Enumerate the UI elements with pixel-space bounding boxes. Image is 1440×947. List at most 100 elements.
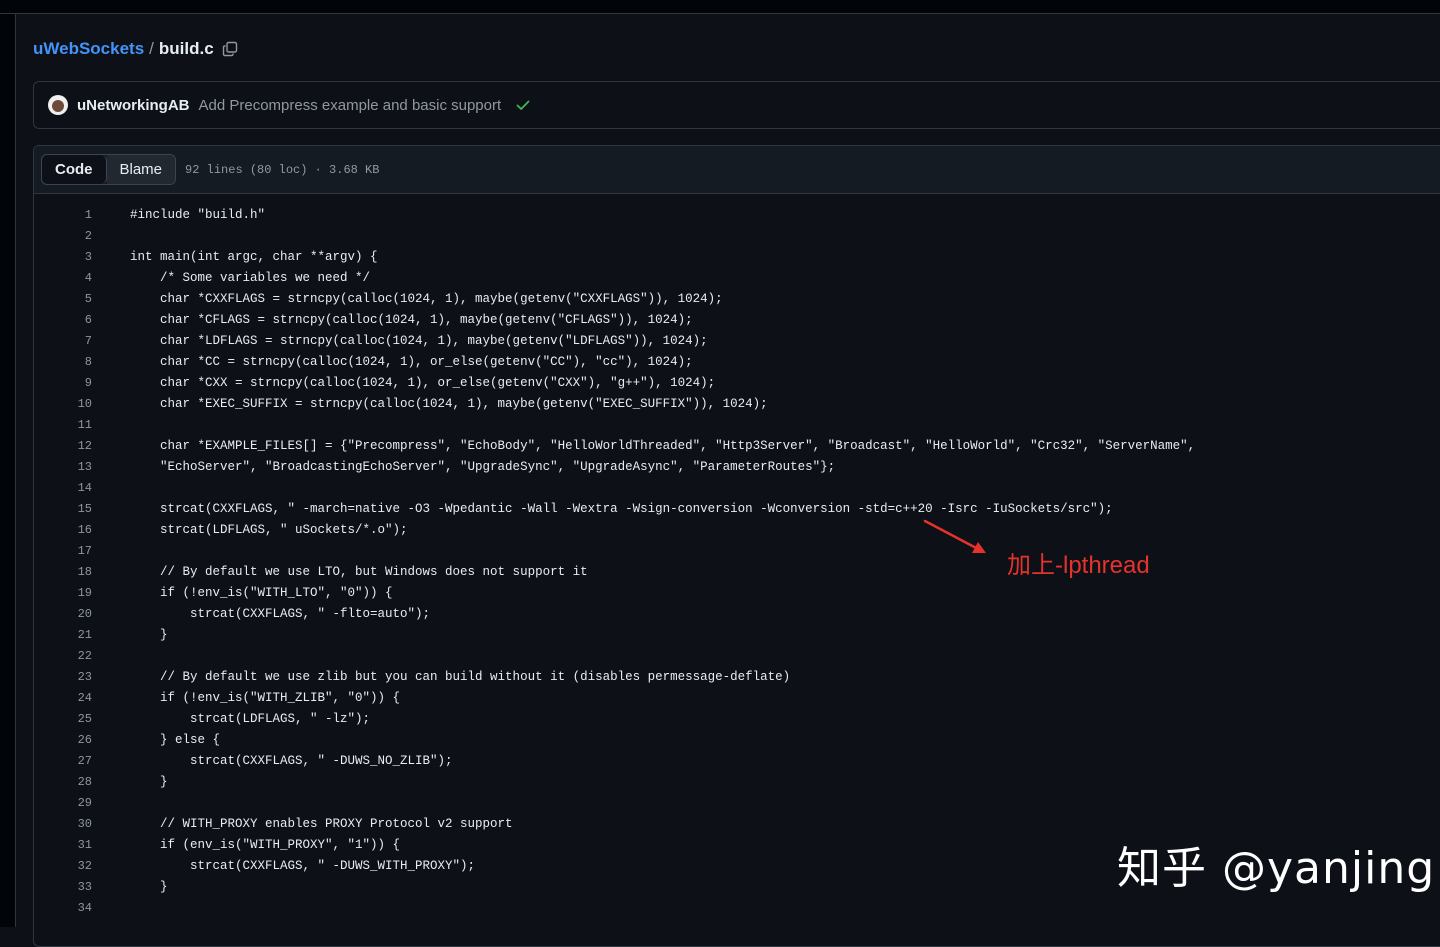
line-number[interactable]: 6 <box>34 313 92 327</box>
tab-blame[interactable]: Blame <box>106 155 176 184</box>
line-number[interactable]: 32 <box>34 859 92 873</box>
code-text: strcat(LDFLAGS, " uSockets/*.o"); <box>130 522 408 537</box>
code-line: 19 if (!env_is("WITH_LTO", "0")) { <box>34 582 1440 603</box>
line-number[interactable]: 23 <box>34 670 92 684</box>
check-icon[interactable] <box>515 97 531 113</box>
breadcrumb-file-name: build.c <box>158 39 214 58</box>
line-number[interactable]: 33 <box>34 880 92 894</box>
code-text: } else { <box>130 732 221 747</box>
line-number[interactable]: 5 <box>34 292 92 306</box>
line-number[interactable]: 20 <box>34 607 92 621</box>
line-number[interactable]: 22 <box>34 649 92 663</box>
code-view[interactable]: 1 #include "build.h" 2 3 int main(int argc, … <box>34 204 1440 918</box>
top-nav-bar <box>0 0 1440 14</box>
line-number[interactable]: 26 <box>34 733 92 747</box>
line-number[interactable]: 11 <box>34 418 92 432</box>
breadcrumb-repo-link[interactable]: uWebSockets <box>33 39 144 59</box>
code-line: 17 <box>34 540 1440 561</box>
author-avatar[interactable] <box>48 95 68 115</box>
code-text: strcat(CXXFLAGS, " -flto=auto"); <box>130 606 431 621</box>
line-number[interactable]: 3 <box>34 250 92 264</box>
annotation-text: 加上-lpthread <box>1007 552 1150 579</box>
tab-code[interactable]: Code <box>42 155 107 184</box>
line-number[interactable]: 17 <box>34 544 92 558</box>
line-number[interactable]: 27 <box>34 754 92 768</box>
code-text: char *EXAMPLE_FILES[] = {"Precompress", … <box>130 438 1196 453</box>
line-number[interactable]: 12 <box>34 439 92 453</box>
code-line: 9 char *CXX = strncpy(calloc(1024, 1), o… <box>34 372 1440 393</box>
line-number[interactable]: 31 <box>34 838 92 852</box>
line-number[interactable]: 16 <box>34 523 92 537</box>
code-text: // By default we use LTO, but Windows do… <box>130 564 588 579</box>
line-number[interactable]: 15 <box>34 502 92 516</box>
line-number[interactable]: 21 <box>34 628 92 642</box>
code-line: 29 <box>34 792 1440 813</box>
code-line: 2 <box>34 225 1440 246</box>
code-line: 15 strcat(CXXFLAGS, " -march=native -O3 … <box>34 498 1440 519</box>
code-line: 22 <box>34 645 1440 666</box>
code-text: strcat(LDFLAGS, " -lz"); <box>130 711 371 726</box>
code-line: 24 if (!env_is("WITH_ZLIB", "0")) { <box>34 687 1440 708</box>
code-text: #include "build.h" <box>130 207 266 222</box>
code-text: strcat(CXXFLAGS, " -march=native -O3 -Wp… <box>130 501 1113 516</box>
code-line: 21 } <box>34 624 1440 645</box>
file-viewer: Code Blame 92 lines (80 loc) · 3.68 KB 1… <box>33 145 1440 947</box>
line-number[interactable]: 29 <box>34 796 92 810</box>
code-line: 20 strcat(CXXFLAGS, " -flto=auto"); <box>34 603 1440 624</box>
code-text: char *CC = strncpy(calloc(1024, 1), or_e… <box>130 354 693 369</box>
code-line: 8 char *CC = strncpy(calloc(1024, 1), or… <box>34 351 1440 372</box>
line-number[interactable]: 19 <box>34 586 92 600</box>
line-number[interactable]: 9 <box>34 376 92 390</box>
view-mode-toggle: Code Blame <box>41 154 177 185</box>
copy-icon[interactable] <box>222 41 238 57</box>
watermark: 知乎 @yanjing <box>1117 843 1436 894</box>
code-text: char *CXX = strncpy(calloc(1024, 1), or_… <box>130 375 716 390</box>
code-line: 28 } <box>34 771 1440 792</box>
code-line: 12 char *EXAMPLE_FILES[] = {"Precompress… <box>34 435 1440 456</box>
code-text: char *CXXFLAGS = strncpy(calloc(1024, 1)… <box>130 291 723 306</box>
line-number[interactable]: 10 <box>34 397 92 411</box>
code-text: // WITH_PROXY enables PROXY Protocol v2 … <box>130 816 513 831</box>
code-text: "EchoServer", "BroadcastingEchoServer", … <box>130 459 836 474</box>
line-number[interactable]: 18 <box>34 565 92 579</box>
code-text: char *LDFLAGS = strncpy(calloc(1024, 1),… <box>130 333 708 348</box>
code-line: 7 char *LDFLAGS = strncpy(calloc(1024, 1… <box>34 330 1440 351</box>
line-number[interactable]: 1 <box>34 208 92 222</box>
code-line: 5 char *CXXFLAGS = strncpy(calloc(1024, … <box>34 288 1440 309</box>
code-line: 11 <box>34 414 1440 435</box>
code-line: 26 } else { <box>34 729 1440 750</box>
file-header: Code Blame 92 lines (80 loc) · 3.68 KB <box>34 146 1440 194</box>
file-info: 92 lines (80 loc) · 3.68 KB <box>185 162 380 177</box>
code-text: if (!env_is("WITH_LTO", "0")) { <box>130 585 393 600</box>
code-text: } <box>130 879 168 894</box>
breadcrumb: uWebSockets / build.c <box>33 36 238 62</box>
commit-author-link[interactable]: uNetworkingAB <box>77 97 190 114</box>
commit-message-link[interactable]: Add Precompress example and basic suppor… <box>199 97 502 114</box>
code-text: char *CFLAGS = strncpy(calloc(1024, 1), … <box>130 312 693 327</box>
code-text: char *EXEC_SUFFIX = strncpy(calloc(1024,… <box>130 396 768 411</box>
code-line: 13 "EchoServer", "BroadcastingEchoServer… <box>34 456 1440 477</box>
line-number[interactable]: 28 <box>34 775 92 789</box>
code-line: 3 int main(int argc, char **argv) { <box>34 246 1440 267</box>
code-line: 18 // By default we use LTO, but Windows… <box>34 561 1440 582</box>
line-number[interactable]: 13 <box>34 460 92 474</box>
code-line: 30 // WITH_PROXY enables PROXY Protocol … <box>34 813 1440 834</box>
code-line: 1 #include "build.h" <box>34 204 1440 225</box>
line-number[interactable]: 2 <box>34 229 92 243</box>
code-text: int main(int argc, char **argv) { <box>130 249 378 264</box>
code-line: 25 strcat(LDFLAGS, " -lz"); <box>34 708 1440 729</box>
red-arrow-annotation <box>922 518 992 563</box>
line-number[interactable]: 4 <box>34 271 92 285</box>
code-text: } <box>130 627 168 642</box>
line-number[interactable]: 25 <box>34 712 92 726</box>
line-number[interactable]: 24 <box>34 691 92 705</box>
code-line: 10 char *EXEC_SUFFIX = strncpy(calloc(10… <box>34 393 1440 414</box>
line-number[interactable]: 14 <box>34 481 92 495</box>
line-number[interactable]: 7 <box>34 334 92 348</box>
line-number[interactable]: 30 <box>34 817 92 831</box>
line-number[interactable]: 8 <box>34 355 92 369</box>
code-text: /* Some variables we need */ <box>130 270 371 285</box>
line-number[interactable]: 34 <box>34 901 92 915</box>
code-text: if (!env_is("WITH_ZLIB", "0")) { <box>130 690 401 705</box>
code-text: strcat(CXXFLAGS, " -DUWS_NO_ZLIB"); <box>130 753 453 768</box>
